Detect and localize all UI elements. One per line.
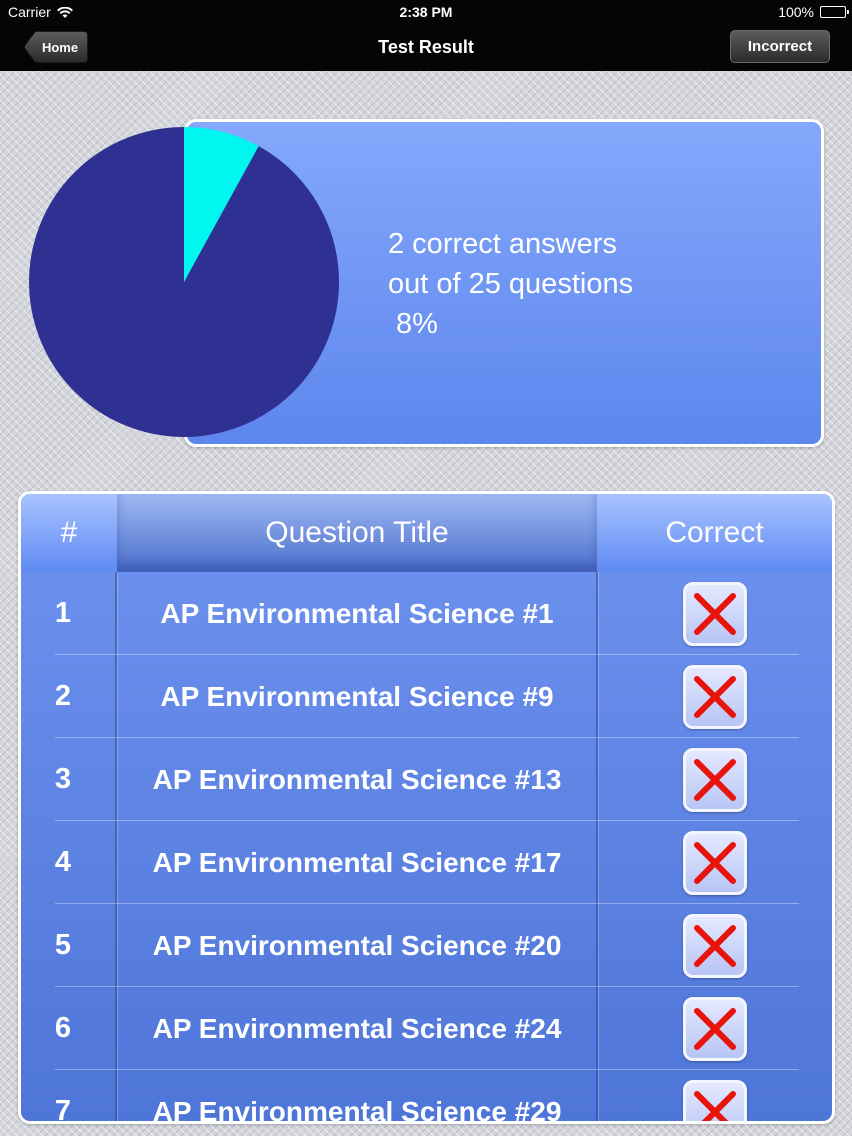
- header-question-title: Question Title: [265, 516, 449, 549]
- row-question-title: AP Environmental Science #29: [152, 1095, 562, 1124]
- pie-slice-incorrect: [28, 127, 340, 437]
- row-number: 4: [54, 846, 72, 878]
- row-number: 6: [54, 1012, 72, 1044]
- incorrect-button[interactable]: Incorrect: [730, 30, 830, 63]
- table-row[interactable]: 4 AP Environmental Science #17: [21, 821, 832, 904]
- row-question-title: AP Environmental Science #17: [152, 846, 562, 878]
- battery-info: 100%: [778, 4, 849, 20]
- table-row[interactable]: 7 AP Environmental Science #29: [21, 1070, 832, 1124]
- result-pie-chart: [28, 127, 340, 437]
- row-correct-status: [597, 738, 832, 821]
- table-row[interactable]: 2 AP Environmental Science #9: [21, 655, 832, 738]
- x-mark-icon: [682, 664, 747, 729]
- row-number: 7: [54, 1095, 72, 1124]
- row-number: 1: [54, 597, 72, 629]
- page-title: Test Result: [378, 37, 474, 57]
- x-mark-icon: [682, 581, 747, 646]
- row-question-title: AP Environmental Science #20: [152, 929, 562, 961]
- row-number: 2: [54, 680, 72, 712]
- x-mark-icon: [682, 747, 747, 812]
- table-row[interactable]: 3 AP Environmental Science #13: [21, 738, 832, 821]
- row-number: 5: [54, 929, 72, 961]
- row-correct-status: [597, 1070, 832, 1121]
- x-mark-icon: [682, 913, 747, 978]
- summary-text: 2 correct answers out of 25 questions 8%: [388, 228, 634, 340]
- row-question-title: AP Environmental Science #9: [160, 680, 554, 712]
- status-time: 2:38 PM: [399, 4, 453, 20]
- row-correct-status: [597, 655, 832, 738]
- battery-icon: [820, 6, 849, 18]
- status-bar: Carrier 2:38 PM 100%: [0, 0, 852, 24]
- header-number: #: [60, 516, 78, 549]
- table-row[interactable]: 1 AP Environmental Science #1: [21, 572, 832, 655]
- top-bar: Carrier 2:38 PM 100% Home Test Result In…: [0, 0, 852, 71]
- row-correct-status: [597, 904, 832, 987]
- table-header: # Question Title Correct: [21, 494, 832, 572]
- row-number: 3: [54, 763, 72, 795]
- row-question-title: AP Environmental Science #24: [152, 1012, 562, 1044]
- x-mark-icon: [682, 1079, 747, 1121]
- table-rows[interactable]: 1 AP Environmental Science #1 2 AP Environm…: [21, 572, 832, 1124]
- row-correct-status: [597, 987, 832, 1070]
- x-mark-icon: [682, 830, 747, 895]
- x-mark-icon: [682, 996, 747, 1061]
- row-correct-status: [597, 821, 832, 904]
- table-row[interactable]: 5 AP Environmental Science #20: [21, 904, 832, 987]
- battery-percent: 100%: [778, 4, 814, 20]
- results-table: # Question Title Correct 1 AP Environment…: [18, 491, 835, 1124]
- row-correct-status: [597, 572, 832, 655]
- table-row[interactable]: 6 AP Environmental Science #24: [21, 987, 832, 1070]
- header-correct: Correct: [665, 516, 764, 549]
- row-question-title: AP Environmental Science #1: [160, 597, 554, 629]
- row-question-title: AP Environmental Science #13: [152, 763, 562, 795]
